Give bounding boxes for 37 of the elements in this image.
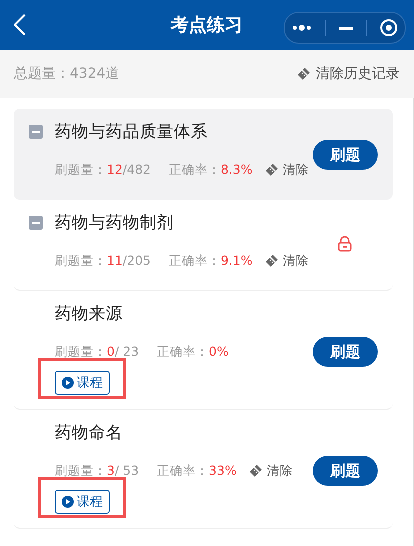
practice-button[interactable]: 刷题 (313, 456, 378, 486)
total-count: 总题量：4324道 (14, 65, 120, 83)
clear-link[interactable]: 清除 (282, 162, 309, 178)
course-button[interactable]: 课程 (55, 490, 110, 514)
practice-button[interactable]: 刷题 (313, 337, 378, 367)
item-title: 药物与药品质量体系 (55, 121, 208, 143)
course-button[interactable]: 课程 (55, 371, 110, 395)
practice-count: 刷题量：3/ 53 (55, 462, 140, 480)
list-item[interactable]: 药物来源 刷题量：0/ 23 正确率：0% 刷题 课程 (14, 291, 393, 410)
practice-button[interactable]: 刷题 (313, 140, 378, 170)
broom-icon (264, 254, 279, 268)
practice-count: 刷题量：11/205 (55, 252, 151, 270)
clear-link[interactable]: 清除 (282, 252, 309, 270)
play-icon (62, 496, 74, 508)
item-title: 药物与药物制剂 (55, 212, 174, 234)
list-item[interactable]: 药物与药物制剂 刷题量：11/205 正确率：9.1% 清除 (14, 200, 393, 291)
accuracy-rate: 正确率：8.3% (168, 162, 253, 178)
item-title: 药物命名 (55, 422, 123, 444)
accuracy-rate: 正确率：33% (157, 462, 237, 480)
chapter-card[interactable]: 药物与药品质量体系 刷题量：12/482 正确率：8.3% 清除 刷题 (14, 109, 393, 200)
accuracy-rate: 正确率：9.1% (168, 252, 253, 270)
accuracy-rate: 正确率：0% (157, 344, 229, 360)
back-icon[interactable] (14, 14, 26, 36)
clear-history-link[interactable]: 清除历史记录 (316, 65, 400, 83)
list-item[interactable]: 药物命名 刷题量：3/ 53 正确率：33% 清除 刷题 课程 (14, 410, 393, 529)
practice-count: 刷题量：0/ 23 (55, 344, 140, 360)
item-title: 药物来源 (55, 303, 123, 325)
practice-count: 刷题量：12/482 (55, 162, 151, 178)
clear-link[interactable]: 清除 (266, 462, 293, 480)
close-icon[interactable] (380, 19, 398, 37)
broom-icon (297, 67, 311, 81)
broom-icon (248, 464, 263, 478)
minimize-icon[interactable] (338, 26, 353, 30)
broom-icon (264, 163, 279, 177)
more-icon[interactable] (292, 25, 312, 31)
play-icon (62, 377, 74, 389)
page-title: 考点练习 (171, 14, 243, 37)
